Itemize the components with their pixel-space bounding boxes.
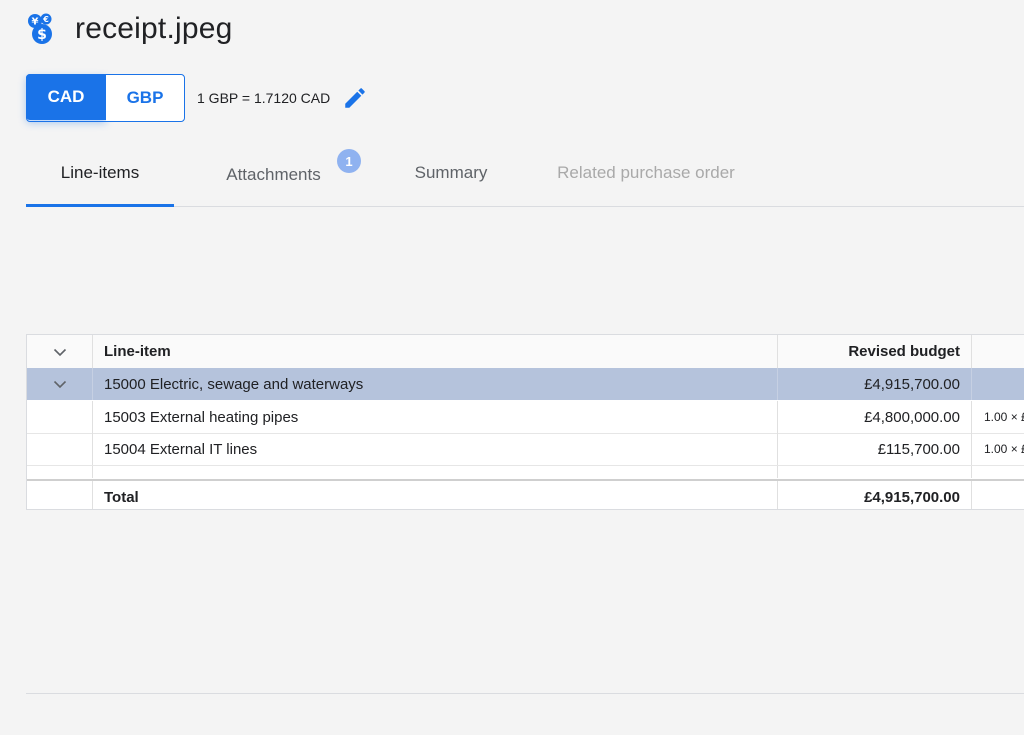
chevron-down-icon	[53, 348, 66, 356]
group-collapse-toggle[interactable]	[27, 368, 93, 400]
page: ¥ € $ receipt.jpeg CAD GBP 1 GBP = 1.712…	[0, 0, 1024, 735]
table-spacer-row	[27, 466, 1024, 478]
tab-line-items[interactable]: Line-items	[26, 140, 174, 207]
column-header-revised-budget[interactable]: Revised budget	[778, 335, 972, 368]
tab-label: Line-items	[60, 163, 140, 182]
total-label: Total	[93, 481, 778, 509]
currency-exchange-icon: ¥ € $	[26, 12, 60, 46]
group-extra	[972, 368, 1024, 400]
spacer-cell	[27, 466, 93, 478]
tab-summary[interactable]: Summary	[406, 140, 496, 206]
page-header: ¥ € $ receipt.jpeg	[26, 12, 233, 46]
currency-row: CAD GBP 1 GBP = 1.7120 CAD	[26, 74, 368, 122]
spacer-cell	[778, 466, 972, 478]
row-item-name: 15004 External IT lines	[93, 433, 778, 465]
currency-toggle: CAD GBP	[26, 74, 185, 122]
section-divider	[26, 693, 1024, 694]
tab-label: Attachments	[226, 164, 321, 184]
group-item-name: 15000 Electric, sewage and waterways	[93, 368, 778, 400]
row-budget: £4,800,000.00	[778, 401, 972, 433]
total-extra	[972, 481, 1024, 509]
svg-text:$: $	[37, 27, 47, 43]
currency-cad-button[interactable]: CAD	[26, 74, 106, 120]
line-items-table: Line-item Revised budget 15000 Electric,…	[26, 334, 1024, 510]
table-group-row[interactable]: 15000 Electric, sewage and waterways £4,…	[27, 368, 1024, 400]
page-title: receipt.jpeg	[75, 12, 233, 45]
tab-attachments[interactable]: Attachments	[216, 140, 331, 206]
total-toggle-cell	[27, 481, 93, 509]
tab-label: Related purchase order	[557, 163, 735, 182]
group-budget: £4,915,700.00	[778, 368, 972, 400]
row-quantity-rate: 1.00 × £	[984, 410, 1024, 424]
row-quantity-rate: 1.00 × £	[984, 442, 1024, 456]
row-item-name: 15003 External heating pipes	[93, 401, 778, 433]
exchange-rate-text: 1 GBP = 1.7120 CAD	[197, 90, 331, 106]
attachments-count-badge: 1	[337, 149, 361, 173]
column-header-line-item[interactable]: Line-item	[93, 335, 778, 368]
row-toggle-cell	[27, 401, 93, 433]
row-toggle-cell	[27, 433, 93, 465]
currency-gbp-button[interactable]: GBP	[106, 75, 184, 121]
table-total-row: Total £4,915,700.00	[27, 479, 1024, 509]
collapse-all-toggle[interactable]	[27, 335, 93, 368]
table-row[interactable]: 15003 External heating pipes £4,800,000.…	[27, 401, 1024, 434]
tab-bar: Line-items Attachments 1 Summary Related…	[26, 140, 1024, 207]
pencil-icon[interactable]	[342, 85, 368, 111]
chevron-down-icon	[53, 380, 66, 389]
total-budget: £4,915,700.00	[778, 481, 972, 509]
tab-related-purchase-order: Related purchase order	[550, 140, 742, 206]
spacer-cell	[93, 466, 778, 478]
svg-text:€: €	[42, 15, 49, 24]
tab-label: Summary	[414, 163, 488, 182]
column-header-extra	[972, 335, 1024, 368]
row-budget: £115,700.00	[778, 433, 972, 465]
table-row[interactable]: 15004 External IT lines £115,700.00 1.00…	[27, 433, 1024, 466]
table-header-row: Line-item Revised budget	[27, 335, 1024, 369]
